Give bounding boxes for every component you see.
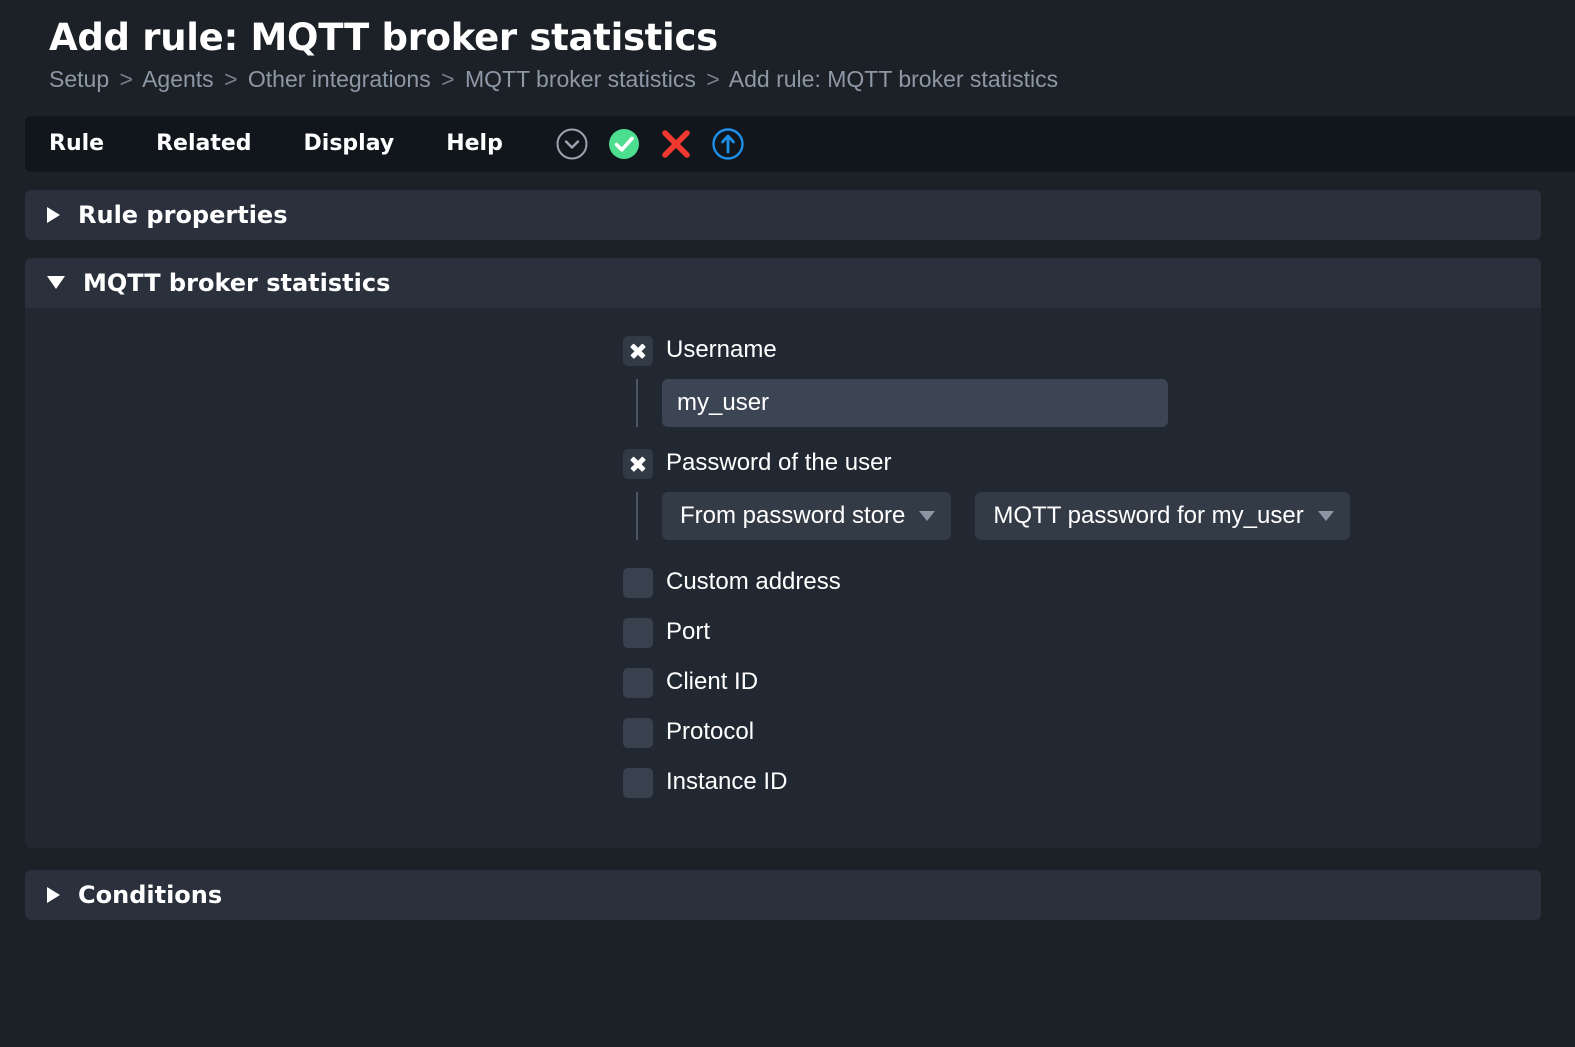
dropdown-password-store-entry[interactable]: MQTT password for my_user [975,491,1350,540]
field-row-client-id: Client ID [25,666,1541,700]
checkbox-port[interactable] [623,617,653,648]
breadcrumb: Setup > Agents > Other integrations > MQ… [49,65,1575,94]
breadcrumb-item-other-integrations[interactable]: Other integrations [248,66,431,92]
dropdown-password-source[interactable]: From password store [662,491,952,540]
upload-arrow-up-icon[interactable] [711,127,745,161]
chevron-right-icon [47,206,60,223]
panel-header-conditions[interactable]: Conditions [25,869,1541,920]
checkbox-password[interactable] [623,448,653,479]
menu-help[interactable]: Help [446,125,503,162]
chevron-down-icon [1317,510,1334,521]
panel-rule-properties: Rule properties [25,189,1541,240]
field-row-protocol: Protocol [25,716,1541,750]
optional-settings-list: Custom address Port Client ID Protocol I… [25,566,1541,800]
breadcrumb-separator: > [441,65,455,92]
label-client-id: Client ID [666,668,759,696]
cancel-x-icon[interactable] [659,127,693,161]
indent-guide [636,378,638,427]
subrow-username-value [25,378,1541,427]
dropdown-password-source-value: From password store [680,501,906,529]
label-port: Port [666,618,711,646]
label-username: Username [666,336,777,364]
chevron-down-icon [47,276,65,290]
field-row-custom-address: Custom address [25,566,1541,600]
page-header: Add rule: MQTT broker statistics Setup >… [0,0,1575,94]
checkbox-custom-address[interactable] [623,567,653,598]
panel-body-mqtt-broker-statistics: Username Password of the user From passw… [25,307,1541,848]
toolbar: Rule Related Display Help [25,115,1575,172]
panel-title-rule-properties: Rule properties [78,200,288,229]
chevron-down-icon [919,510,936,521]
breadcrumb-item-setup[interactable]: Setup [49,66,109,92]
breadcrumb-separator: > [119,65,133,92]
password-dropdown-group: From password store MQTT password for my… [662,491,1350,540]
breadcrumb-item-mqtt-broker-statistics[interactable]: MQTT broker statistics [465,66,696,92]
label-password: Password of the user [666,449,892,477]
label-custom-address: Custom address [666,568,841,596]
chevron-right-icon [47,886,60,903]
panel-header-mqtt-broker-statistics[interactable]: MQTT broker statistics [25,257,1541,308]
panel-title-mqtt-broker-statistics: MQTT broker statistics [83,268,391,297]
field-row-port: Port [25,616,1541,650]
indent-guide [636,491,638,540]
menu-display[interactable]: Display [304,125,395,162]
field-row-username: Username [25,334,1541,368]
save-check-icon[interactable] [607,127,641,161]
field-row-password: Password of the user [25,447,1541,481]
breadcrumb-separator: > [706,65,720,92]
breadcrumb-item-agents[interactable]: Agents [142,66,214,92]
menu-rule[interactable]: Rule [49,125,104,162]
page-title: Add rule: MQTT broker statistics [49,16,718,59]
panel-header-rule-properties[interactable]: Rule properties [25,189,1541,240]
username-input[interactable] [662,378,1168,427]
panel-title-conditions: Conditions [78,880,223,909]
checkbox-instance-id[interactable] [623,767,653,798]
checkbox-username[interactable] [623,335,653,366]
checkbox-protocol[interactable] [623,717,653,748]
label-instance-id: Instance ID [666,768,788,796]
subrow-password-value: From password store MQTT password for my… [25,491,1541,540]
panel-mqtt-broker-statistics: MQTT broker statistics Username Password… [25,257,1541,848]
label-protocol: Protocol [666,718,755,746]
toolbar-icon-group [555,127,745,161]
checkbox-client-id[interactable] [623,667,653,698]
breadcrumb-item-current: Add rule: MQTT broker statistics [728,65,1059,92]
chevron-down-circle-icon[interactable] [555,127,589,161]
dropdown-password-store-entry-value: MQTT password for my_user [993,501,1304,529]
panel-conditions: Conditions [25,869,1541,920]
menu-related[interactable]: Related [156,125,251,162]
breadcrumb-separator: > [224,65,238,92]
field-row-instance-id: Instance ID [25,766,1541,800]
